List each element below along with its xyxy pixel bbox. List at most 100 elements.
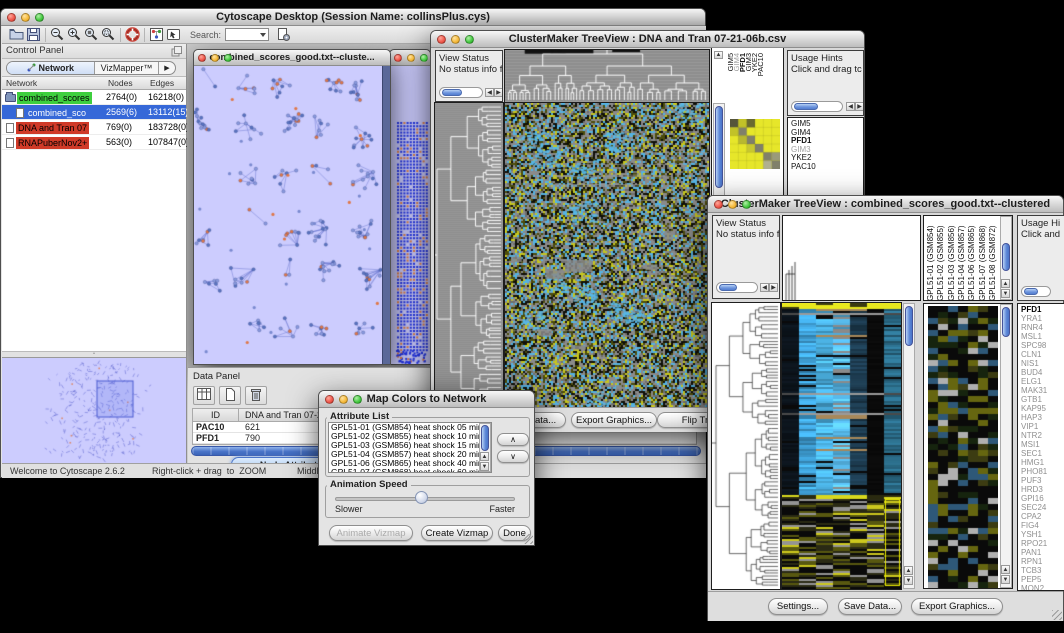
- gl2-item[interactable]: CLN1: [1018, 350, 1064, 359]
- vl-item[interactable]: GPL51-02 (GSM855): [937, 219, 945, 301]
- gl2-item[interactable]: HAP3: [1018, 413, 1064, 422]
- zoom-button[interactable]: [35, 13, 44, 22]
- status-scrollbar[interactable]: [439, 87, 483, 98]
- heatmap-vscrollbar[interactable]: ▲ ▼: [903, 303, 915, 589]
- gl2-item[interactable]: SEC1: [1018, 449, 1064, 458]
- gl2-item[interactable]: MAK31: [1018, 386, 1064, 395]
- save-data-button[interactable]: Save Data...: [838, 598, 902, 615]
- gl2-item[interactable]: RPO21: [1018, 539, 1064, 548]
- move-down-button[interactable]: ∨: [497, 450, 529, 463]
- minimize-button[interactable]: [339, 395, 348, 404]
- zoom-button[interactable]: [353, 395, 362, 404]
- close-button[interactable]: [198, 54, 206, 62]
- export-graphics-button[interactable]: Export Graphics...: [911, 598, 1003, 615]
- create-vizmap-button[interactable]: Create Vizmap: [421, 525, 493, 541]
- zoom-button[interactable]: [465, 35, 474, 44]
- scroll-down-icon[interactable]: ▼: [904, 576, 913, 585]
- export-graphics-button[interactable]: Export Graphics...: [571, 412, 657, 428]
- scroll-left-icon[interactable]: ◀: [485, 88, 494, 97]
- global-heatmap[interactable]: [782, 303, 901, 589]
- network-row[interactable]: DNA and Tran 07 769(0) 183728(0): [2, 120, 186, 135]
- scroll-up-icon[interactable]: ▲: [1001, 279, 1010, 288]
- attribute-list[interactable]: GPL51-01 (GSM854) heat shock 05 minGPL51…: [328, 422, 492, 473]
- gl2-item[interactable]: PUF3: [1018, 476, 1064, 485]
- table-mode-icon[interactable]: [193, 386, 215, 405]
- gl2-item[interactable]: CPA2: [1018, 512, 1064, 521]
- speed-slider-thumb[interactable]: [415, 491, 428, 504]
- close-button[interactable]: [437, 35, 446, 44]
- treeview2-titlebar[interactable]: ClusterMaker TreeView : combined_scores_…: [708, 196, 1063, 213]
- gl2-item[interactable]: HMG1: [1018, 458, 1064, 467]
- move-up-button[interactable]: ∧: [497, 433, 529, 446]
- gl2-item[interactable]: GTB1: [1018, 395, 1064, 404]
- tab-overflow-arrow[interactable]: ▶: [159, 62, 175, 74]
- minimize-button[interactable]: [21, 13, 30, 22]
- scroll-up-icon[interactable]: ▲: [1001, 565, 1010, 574]
- main-titlebar[interactable]: Cytoscape Desktop (Session Name: collins…: [1, 9, 705, 26]
- hints-scrollbar[interactable]: [1021, 286, 1051, 297]
- network-row[interactable]: combined_scores 2764(0) 16218(0): [2, 90, 186, 105]
- attribute-item[interactable]: GPL51-07 (GSM868) heat shock 60 min: [329, 468, 491, 473]
- global-heatmap[interactable]: [505, 103, 709, 407]
- zoom-button[interactable]: [742, 200, 751, 209]
- row-dendrogram[interactable]: [712, 303, 780, 589]
- tab-network[interactable]: Network: [7, 62, 95, 74]
- gl2-item[interactable]: SEC24: [1018, 503, 1064, 512]
- gl2-item[interactable]: YRA1: [1018, 314, 1064, 323]
- gl2-item[interactable]: BUD4: [1018, 368, 1064, 377]
- vl-item[interactable]: GPL51-01 (GSM854): [927, 219, 935, 301]
- minimize-button[interactable]: [728, 200, 737, 209]
- zoom-matrix[interactable]: [730, 119, 780, 169]
- vl-item[interactable]: GPL51-08 (GSM872): [989, 219, 997, 301]
- minimize-button[interactable]: [407, 54, 415, 62]
- network-table-header[interactable]: Network Nodes Edges: [2, 77, 186, 90]
- network-canvas[interactable]: [194, 66, 382, 364]
- tab-vizmapper[interactable]: VizMapper™: [95, 62, 159, 74]
- status-scrollbar[interactable]: [716, 282, 758, 293]
- zoom-out-icon[interactable]: [49, 26, 66, 43]
- row-dendrogram[interactable]: [435, 103, 503, 407]
- vl-item[interactable]: GPL51-04 (GSM857): [958, 219, 966, 301]
- scroll-up-icon[interactable]: ▲: [480, 452, 489, 461]
- gl2-item[interactable]: HRD3: [1018, 485, 1064, 494]
- scroll-left-icon[interactable]: ◀: [760, 283, 769, 292]
- treeview1-titlebar[interactable]: ClusterMaker TreeView : DNA and Tran 07-…: [431, 31, 864, 48]
- network-file-util-icon[interactable]: [275, 26, 292, 43]
- zoom-in-icon[interactable]: [66, 26, 83, 43]
- search-input[interactable]: [225, 28, 269, 41]
- gl2-item[interactable]: VIP1: [1018, 422, 1064, 431]
- scroll-down-icon[interactable]: ▼: [1001, 575, 1010, 584]
- window-controls[interactable]: [7, 13, 44, 22]
- gl2-item[interactable]: MSL1: [1018, 332, 1064, 341]
- zoom-vscrollbar[interactable]: ▲ ▼: [1000, 304, 1012, 588]
- zoom-selected-icon[interactable]: [83, 26, 100, 43]
- gl2-item[interactable]: KAP95: [1018, 404, 1064, 413]
- array-scrollbar[interactable]: ▲ ▼: [1000, 216, 1012, 300]
- gl2-item[interactable]: RNR4: [1018, 323, 1064, 332]
- gl2-item[interactable]: PHO81: [1018, 467, 1064, 476]
- column-tree-panel[interactable]: [782, 215, 921, 301]
- scroll-right-icon[interactable]: ▶: [494, 88, 503, 97]
- network-row-selected[interactable]: combined_sco 2569(6) 13112(15): [2, 105, 186, 120]
- help-lifesaver-icon[interactable]: [124, 26, 141, 43]
- gl2-item[interactable]: PAN1: [1018, 548, 1064, 557]
- settings-button[interactable]: Settings...: [768, 598, 828, 615]
- zoom-button[interactable]: [224, 54, 232, 62]
- grid-network-canvas[interactable]: [390, 66, 430, 364]
- open-file-icon[interactable]: [8, 26, 25, 43]
- gl2-item[interactable]: PFD1: [1018, 305, 1064, 314]
- vizmap-nodes-icon[interactable]: [148, 26, 165, 43]
- gl2-item[interactable]: MSI1: [1018, 440, 1064, 449]
- close-button[interactable]: [7, 13, 16, 22]
- minimize-button[interactable]: [211, 54, 219, 62]
- scroll-down-icon[interactable]: ▼: [1001, 289, 1010, 298]
- resize-grip[interactable]: [1052, 610, 1062, 620]
- scroll-up-icon[interactable]: ▲: [904, 566, 913, 575]
- gl2-item[interactable]: FIG4: [1018, 521, 1064, 530]
- network-overview-panel[interactable]: [2, 357, 186, 463]
- vl-item[interactable]: GPL51-03 (GSM856): [948, 219, 956, 301]
- dialog-titlebar[interactable]: Map Colors to Network: [319, 391, 534, 408]
- network-scrollbar[interactable]: [382, 66, 390, 364]
- gl2-item[interactable]: ELG1: [1018, 377, 1064, 386]
- resize-grip[interactable]: [523, 534, 533, 544]
